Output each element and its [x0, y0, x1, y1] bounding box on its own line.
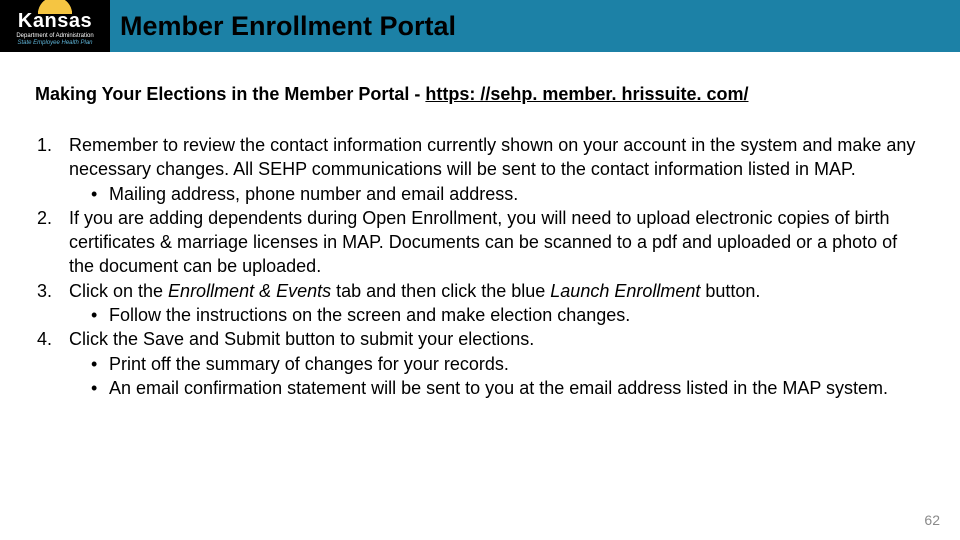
step-text: Click on the Enrollment & Events tab and…	[69, 281, 760, 301]
slide-header: Kansas Department of Administration Stat…	[0, 0, 960, 52]
step-2: 2. If you are adding dependents during O…	[35, 206, 925, 279]
subheading-prefix: Making Your Elections in the Member Port…	[35, 84, 425, 104]
step-3: 3. Click on the Enrollment & Events tab …	[35, 279, 925, 328]
subheading: Making Your Elections in the Member Port…	[35, 84, 925, 105]
enrollment-events-label: Enrollment & Events	[168, 281, 331, 301]
step-1-bullets: Mailing address, phone number and email …	[69, 182, 925, 206]
step-4-bullets: Print off the summary of changes for you…	[69, 352, 925, 401]
step-text: If you are adding dependents during Open…	[69, 208, 897, 277]
list-item: Print off the summary of changes for you…	[93, 352, 925, 376]
step-1: 1. Remember to review the contact inform…	[35, 133, 925, 206]
list-item: Mailing address, phone number and email …	[93, 182, 925, 206]
step-number: 4.	[35, 327, 63, 400]
slide-body: Making Your Elections in the Member Port…	[0, 52, 960, 400]
launch-enrollment-label: Launch Enrollment	[550, 281, 700, 301]
portal-link[interactable]: https: //sehp. member. hrissuite. com/	[425, 84, 748, 104]
sunflower-icon	[35, 0, 75, 14]
step-number: 2.	[35, 206, 63, 279]
step-number: 3.	[35, 279, 63, 328]
step-number: 1.	[35, 133, 63, 206]
list-item: An email confirmation statement will be …	[93, 376, 925, 400]
list-item: Follow the instructions on the screen an…	[93, 303, 925, 327]
page-number: 62	[924, 512, 940, 528]
instruction-list: 1. Remember to review the contact inform…	[35, 133, 925, 400]
page-title: Member Enrollment Portal	[120, 11, 456, 42]
step-3-bullets: Follow the instructions on the screen an…	[69, 303, 925, 327]
logo-text-dept: Department of Administration	[16, 33, 93, 40]
logo-text-plan: State Employee Health Plan	[17, 40, 92, 46]
kansas-logo: Kansas Department of Administration Stat…	[0, 0, 110, 52]
step-text: Click the Save and Submit button to subm…	[69, 329, 534, 349]
step-text: Remember to review the contact informati…	[69, 135, 915, 179]
step-4: 4. Click the Save and Submit button to s…	[35, 327, 925, 400]
